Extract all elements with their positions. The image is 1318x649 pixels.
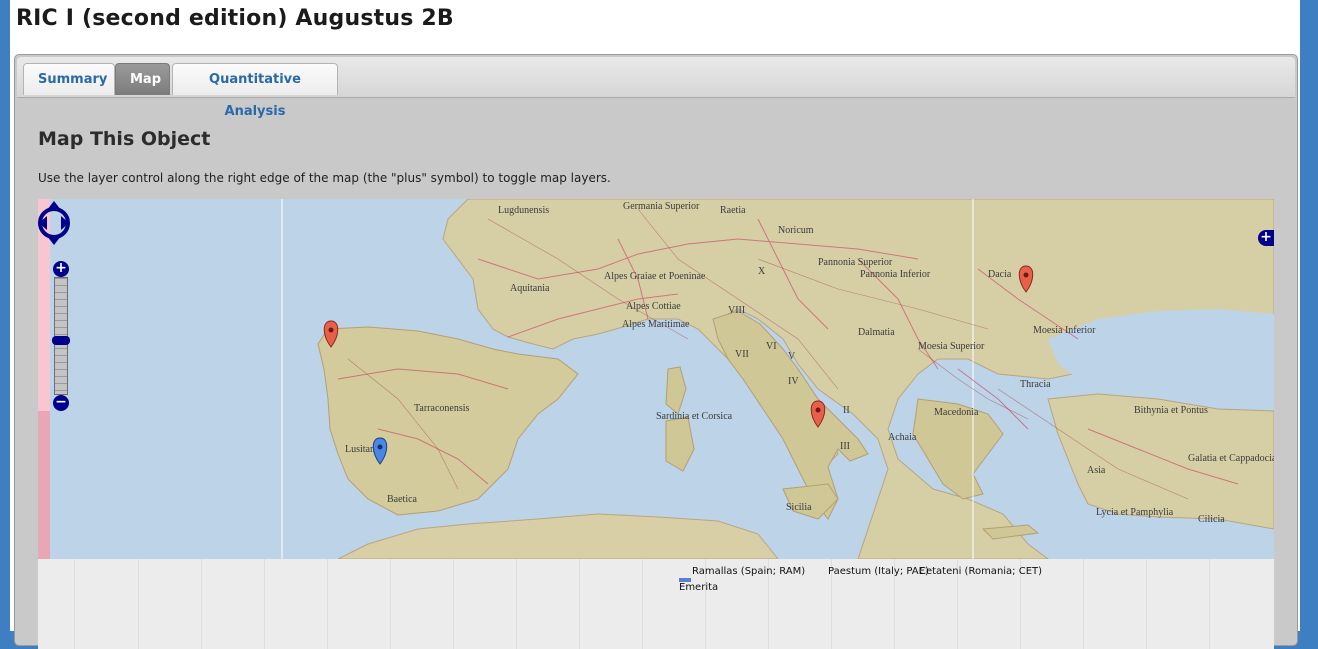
map-label: VII	[735, 349, 749, 360]
timeline-tick	[201, 559, 202, 649]
zoom-in-button[interactable]: +	[53, 261, 69, 277]
timeline: Ramallas (Spain; RAM) Paestum (Italy; PA…	[38, 559, 1274, 649]
map-label: Tarraconensis	[414, 403, 469, 414]
timeline-findspot-ramallas[interactable]: Ramallas (Spain; RAM)	[692, 566, 805, 577]
map-label: Germania Superior	[623, 201, 700, 212]
timeline-tick	[390, 559, 391, 649]
layer-switcher-plus-icon[interactable]: +	[1258, 230, 1274, 246]
map-label: II	[843, 405, 850, 416]
map-label: Pannonia Inferior	[860, 269, 931, 280]
map-edge-strip-lower	[38, 411, 50, 559]
map-label: Macedonia	[934, 407, 979, 418]
map-label: X	[758, 266, 766, 277]
timeline-findspot-cetateni[interactable]: Cetateni (Romania; CET)	[919, 566, 1042, 577]
map-label: Baetica	[387, 494, 418, 505]
map-instructions: Use the layer control along the right ed…	[38, 171, 611, 185]
tabs-panel: Summary Map Quantitative Analysis Map Th…	[14, 54, 1298, 649]
tab-bar: Summary Map Quantitative Analysis	[17, 57, 1295, 119]
timeline-tick	[516, 559, 517, 649]
timeline-tick	[1083, 559, 1084, 649]
timeline-tick	[453, 559, 454, 649]
map-label: Sardinia et Corsica	[656, 411, 733, 422]
timeline-findspot-paestum[interactable]: Paestum (Italy; PAE)	[828, 566, 929, 577]
timeline-tick	[642, 559, 643, 649]
map-label: VI	[766, 341, 777, 352]
map-label: Bithynia et Pontus	[1134, 405, 1208, 416]
pan-control-icon[interactable]	[38, 199, 70, 247]
map-label: Cilicia	[1198, 514, 1225, 525]
map-viewport[interactable]: Lugdunensis Germania Superior Raetia Nor…	[38, 199, 1274, 559]
map-label: Aquitania	[510, 283, 550, 294]
tab-map[interactable]: Map	[115, 63, 170, 95]
map-label: Alpes Cottiae	[626, 301, 681, 312]
map-label: Lugdunensis	[498, 205, 549, 216]
map-base-layer: Lugdunensis Germania Superior Raetia Nor…	[38, 199, 1274, 559]
timeline-tick	[1146, 559, 1147, 649]
map-label: Raetia	[720, 205, 746, 216]
map-label: Pannonia Superior	[818, 257, 893, 268]
tab-quantitative-analysis[interactable]: Quantitative Analysis	[172, 63, 338, 119]
map-label: Sicilia	[786, 502, 812, 513]
section-title: Map This Object	[38, 128, 211, 150]
timeline-tick	[138, 559, 139, 649]
timeline-tick	[1209, 559, 1210, 649]
map-label: Dacia	[988, 269, 1012, 280]
map-label: Lycia et Pamphylia	[1096, 507, 1174, 518]
map-label: IV	[788, 376, 799, 387]
map-label: Alpes Graiae et Poeninae	[604, 271, 706, 282]
timeline-tick	[264, 559, 265, 649]
map-label: VIII	[728, 305, 745, 316]
map-label: Galatia et Cappadocia	[1188, 453, 1274, 464]
map-label: III	[840, 441, 850, 452]
map-label: Thracia	[1020, 379, 1051, 390]
timeline-tick	[579, 559, 580, 649]
zoom-slider-handle[interactable]	[52, 336, 70, 345]
timeline-tick	[74, 559, 75, 649]
map-label: Dalmatia	[858, 327, 895, 338]
map-label: Alpes Maritimae	[622, 319, 690, 330]
map-label: Noricum	[778, 225, 814, 236]
tab-summary[interactable]: Summary	[23, 63, 115, 95]
map-label: Achaia	[888, 432, 917, 443]
map-label: Asia	[1087, 465, 1106, 476]
map-label: V	[788, 351, 796, 362]
map-label: Moesia Superior	[918, 341, 985, 352]
zoom-out-button[interactable]: −	[53, 395, 69, 411]
page-title: RIC I (second edition) Augustus 2B	[16, 6, 454, 31]
map-label: Moesia Inferior	[1033, 325, 1096, 336]
timeline-mint-emerita[interactable]: Emerita	[679, 582, 718, 593]
page: RIC I (second edition) Augustus 2B Summa…	[10, 0, 1300, 649]
timeline-tick	[327, 559, 328, 649]
